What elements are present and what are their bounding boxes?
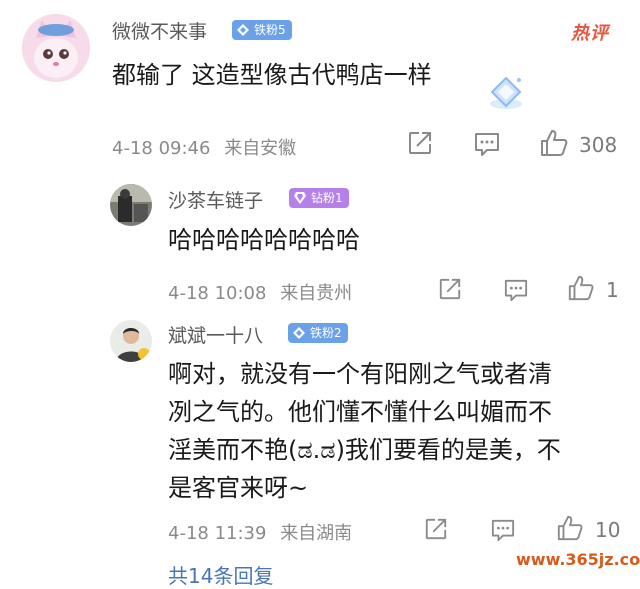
timestamp: 4-18 11:39: [168, 523, 267, 544]
like-icon[interactable]: [567, 274, 595, 302]
comment-icon[interactable]: [473, 131, 501, 157]
badge-label: 铁粉5: [254, 23, 286, 37]
badge-label: 铁粉2: [310, 326, 342, 340]
comment-meta: 4-18 11:39 来自湖南: [168, 519, 352, 545]
comment-line: 是客官来呀~: [168, 474, 309, 502]
fan-badge: 铁粉5: [232, 20, 292, 40]
like-icon[interactable]: [556, 514, 584, 542]
like-count: 308: [579, 133, 618, 157]
avatar-cat-icon: [22, 14, 90, 82]
comment-text: 都输了 这造型像古代鸭店一样: [112, 61, 432, 89]
fan-badge: 钻粉1: [289, 188, 349, 208]
badge-label: 钻粉1: [311, 191, 343, 205]
fan-badge: 铁粉2: [288, 323, 348, 343]
diamond-icon: [293, 327, 305, 339]
avatar[interactable]: [22, 14, 90, 82]
comment-icon[interactable]: [490, 518, 516, 542]
diamond-icon: [237, 24, 249, 36]
like-count: 1: [606, 278, 619, 302]
more-replies-link[interactable]: 共14条回复: [168, 560, 273, 589]
diamond-decoration-icon: [490, 76, 522, 109]
comment-line: 淫美而不艳(ಡ.ಡ)我们要看的是美，不: [168, 436, 561, 464]
username[interactable]: 斌斌一十八: [168, 321, 263, 348]
location: 来自安徽: [224, 138, 297, 159]
watermark: www.365jz.com: [516, 550, 640, 569]
share-icon[interactable]: [407, 130, 433, 156]
like-count: 10: [595, 518, 621, 542]
diamond-icon: [294, 192, 306, 204]
comment-icon[interactable]: [503, 278, 529, 302]
username[interactable]: 微微不来事: [112, 17, 207, 44]
avatar[interactable]: [110, 320, 152, 362]
avatar-photo-icon: [110, 184, 152, 226]
comment-line: 啊对，就没有一个有阳刚之气或者清: [168, 360, 552, 388]
hot-comment-label: 热评: [571, 23, 609, 44]
comment-meta: 4-18 09:46 来自安徽: [112, 134, 296, 160]
avatar-photo-icon: [110, 320, 152, 362]
comment-text: 啊对，就没有一个有阳刚之气或者清 冽之气的。他们懂不懂什么叫媚而不 淫美而不艳(…: [168, 355, 618, 507]
location: 来自贵州: [280, 283, 353, 304]
avatar[interactable]: [110, 184, 152, 226]
share-icon[interactable]: [438, 277, 462, 301]
location: 来自湖南: [280, 523, 353, 544]
timestamp: 4-18 09:46: [112, 138, 211, 159]
username[interactable]: 沙茶车链子: [168, 186, 263, 213]
comment-text: 哈哈哈哈哈哈哈哈: [168, 226, 360, 254]
comment-line: 冽之气的。他们懂不懂什么叫媚而不: [168, 398, 552, 426]
like-icon[interactable]: [539, 128, 569, 158]
share-icon[interactable]: [424, 517, 448, 541]
timestamp: 4-18 10:08: [168, 283, 267, 304]
comment-meta: 4-18 10:08 来自贵州: [168, 279, 352, 305]
